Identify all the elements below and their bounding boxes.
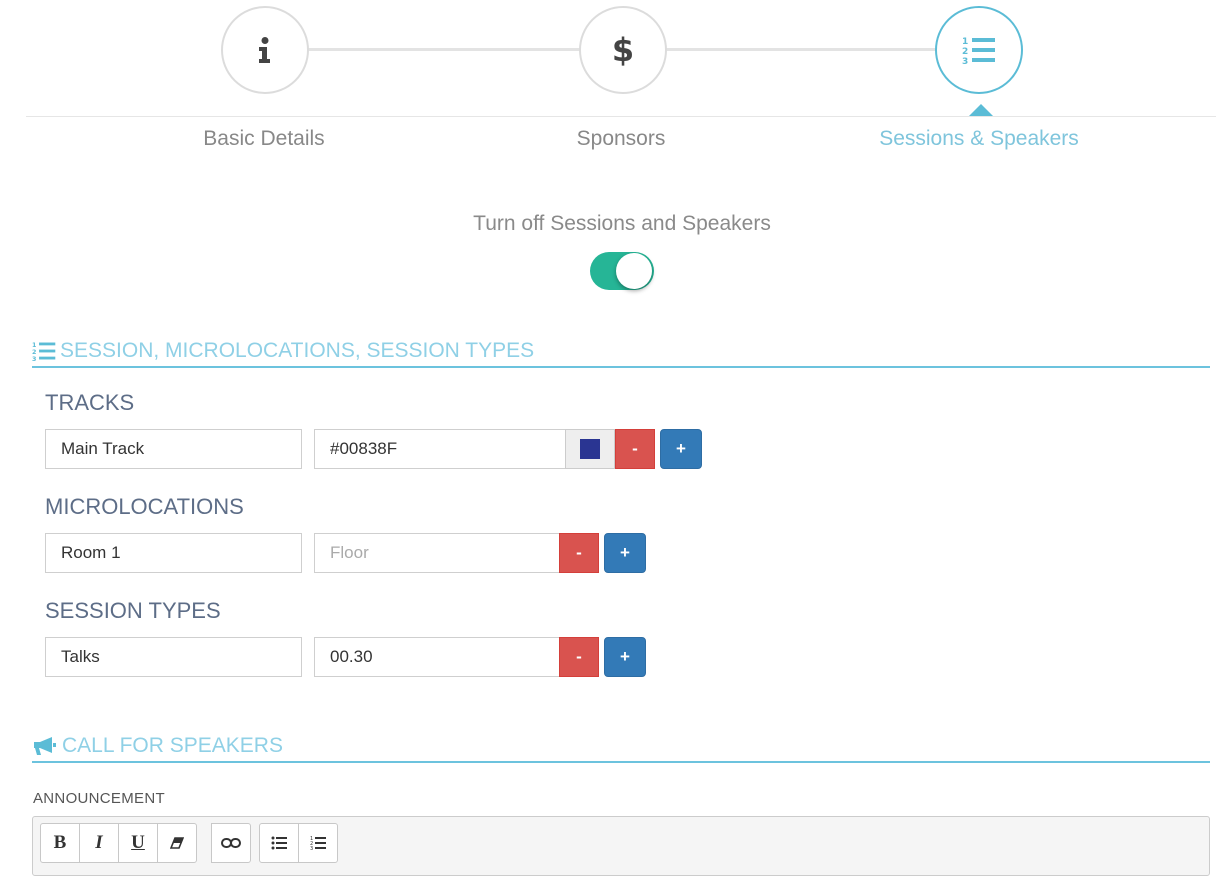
- bold-label: B: [53, 832, 67, 853]
- svg-text:2: 2: [32, 349, 36, 356]
- eraser-button[interactable]: [157, 823, 197, 863]
- add-session-type-button[interactable]: +: [604, 637, 646, 677]
- bold-button[interactable]: B: [40, 823, 80, 863]
- italic-button[interactable]: I: [79, 823, 119, 863]
- dollar-icon: $: [611, 31, 635, 69]
- svg-text:3: 3: [310, 846, 313, 850]
- svg-text:3: 3: [32, 356, 36, 362]
- list-button-group: 1 2 3: [259, 823, 338, 863]
- microlocations-heading: MICROLOCATIONS: [45, 494, 244, 519]
- link-icon: [221, 838, 241, 848]
- active-step-caret: [969, 104, 993, 116]
- step-sponsors[interactable]: $: [579, 6, 667, 94]
- microlocation-floor-input[interactable]: Floor: [314, 533, 560, 573]
- speakers-section-title: CALL FOR SPEAKERS: [62, 734, 283, 757]
- step-basic-details[interactable]: [221, 6, 309, 94]
- stepper-connector-2: [664, 48, 936, 51]
- tracks-heading: TRACKS: [45, 390, 135, 415]
- announcement-label: ANNOUNCEMENT: [33, 790, 165, 807]
- italic-label: I: [95, 832, 103, 853]
- eraser-icon: [170, 837, 184, 849]
- svg-text:3: 3: [962, 57, 968, 65]
- svg-text:2: 2: [962, 47, 968, 57]
- add-track-button[interactable]: +: [660, 429, 702, 469]
- microlocation-name-input[interactable]: Room 1: [45, 533, 302, 573]
- stepper-divider: [26, 116, 1216, 117]
- ordered-list-icon: 1 2 3: [962, 37, 995, 65]
- session-types-heading: SESSION TYPES: [45, 598, 221, 623]
- step-label-sponsors[interactable]: Sponsors: [491, 127, 751, 151]
- sessions-toggle[interactable]: [590, 252, 654, 290]
- ordered-list-button[interactable]: 1 2 3: [298, 823, 338, 863]
- sessions-section-title: SESSION, MICROLOCATIONS, SESSION TYPES: [60, 339, 535, 362]
- info-icon: [259, 37, 270, 63]
- underline-button[interactable]: U: [118, 823, 158, 863]
- link-button-group: [211, 823, 251, 863]
- ordered-list-icon: 1 2 3: [32, 342, 56, 362]
- track-color-input[interactable]: #00838F: [314, 429, 566, 469]
- megaphone-icon: [34, 737, 56, 755]
- speakers-section-heading: CALL FOR SPEAKERS: [32, 731, 1210, 763]
- unordered-list-button[interactable]: [259, 823, 299, 863]
- link-button[interactable]: [211, 823, 251, 863]
- color-swatch: [580, 439, 600, 459]
- step-label-sessions-speakers[interactable]: Sessions & Speakers: [849, 127, 1109, 151]
- session-type-length-input[interactable]: 00.30: [314, 637, 560, 677]
- session-type-name-input[interactable]: Talks: [45, 637, 302, 677]
- sessions-section-heading: 1 2 3 SESSION, MICROLOCATIONS, SESSION T…: [32, 336, 1210, 368]
- track-name-input[interactable]: Main Track: [45, 429, 302, 469]
- step-sessions-speakers[interactable]: 1 2 3: [935, 6, 1023, 94]
- ordered-list-icon: 1 2 3: [310, 836, 326, 850]
- remove-session-type-button[interactable]: -: [559, 637, 599, 677]
- unordered-list-icon: [271, 836, 287, 850]
- step-label-basic-details[interactable]: Basic Details: [134, 127, 394, 151]
- add-microlocation-button[interactable]: +: [604, 533, 646, 573]
- remove-track-button[interactable]: -: [615, 429, 655, 469]
- track-color-picker[interactable]: [565, 429, 615, 469]
- svg-text:1: 1: [32, 342, 36, 349]
- svg-text:1: 1: [962, 37, 968, 47]
- editor-toolbar: B I U 1 2 3: [32, 816, 1210, 876]
- toggle-knob: [616, 253, 652, 289]
- stepper-connector-1: [306, 48, 580, 51]
- remove-microlocation-button[interactable]: -: [559, 533, 599, 573]
- underline-label: U: [131, 832, 145, 853]
- toggle-title: Turn off Sessions and Speakers: [473, 212, 771, 235]
- format-button-group: B I U: [40, 823, 197, 863]
